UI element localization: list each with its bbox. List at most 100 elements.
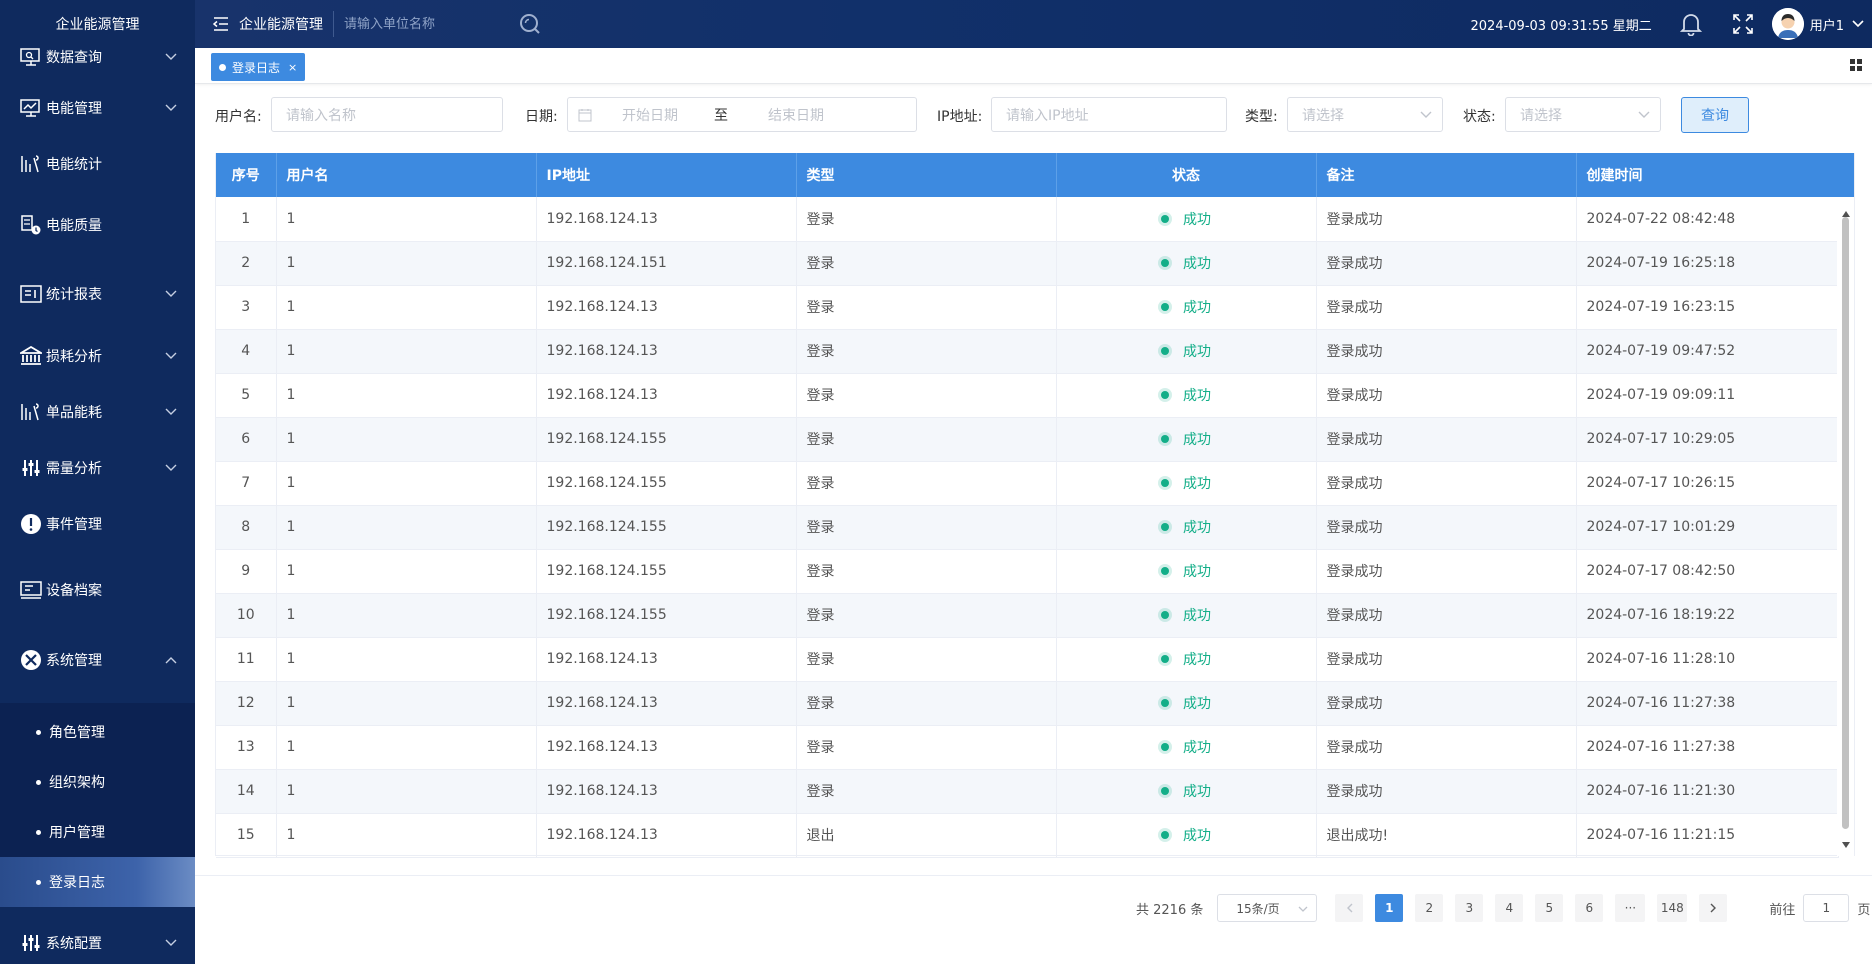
header-username[interactable]: 用户1: [1810, 15, 1844, 34]
sidebar-item-system-config[interactable]: 系统配置: [0, 919, 195, 964]
bullet-dot: [36, 729, 41, 735]
sidebar-item-loss-analysis[interactable]: 损耗分析: [0, 332, 195, 380]
page-button[interactable]: 2: [1415, 894, 1444, 922]
bell-icon[interactable]: [1678, 11, 1704, 37]
cell-username: 1: [276, 373, 537, 418]
username-filter-input[interactable]: 请输入名称: [271, 97, 503, 132]
table-row[interactable]: 3 1 192.168.124.13 登录 成功 登录成功 2024-07-19 16:23…: [216, 285, 1839, 330]
fullscreen-icon[interactable]: [1732, 13, 1754, 35]
cell-ip: 192.168.124.13: [536, 197, 797, 242]
next-page-button[interactable]: [1699, 894, 1728, 922]
tab-close-icon[interactable]: ×: [288, 61, 297, 74]
sidebar-item-label: 损耗分析: [46, 349, 102, 365]
sidebar-item-product-energy[interactable]: 单品能耗: [0, 388, 195, 436]
page-button[interactable]: 148: [1657, 894, 1688, 922]
cell-username: 1: [276, 461, 537, 506]
sidebar-item-data-query[interactable]: 数据查询: [0, 40, 195, 74]
cell-type: 登录: [796, 197, 1057, 242]
status-text: 成功: [1183, 784, 1211, 800]
sidebar-subitem-org-structure[interactable]: 组织架构: [0, 757, 195, 807]
cell-note: 登录成功: [1316, 329, 1577, 374]
sidebar-item-stat-report[interactable]: 统计报表: [0, 270, 195, 318]
status-badge: 成功: [1161, 781, 1211, 801]
cell-status: 成功: [1056, 549, 1317, 594]
sidebar-item-event-mgmt[interactable]: 事件管理: [0, 500, 195, 548]
prev-page-button[interactable]: [1335, 894, 1364, 922]
table-row[interactable]: 6 1 192.168.124.155 登录 成功 登录成功 2024-07-17 10:2…: [216, 417, 1839, 462]
table-row[interactable]: 4 1 192.168.124.13 登录 成功 登录成功 2024-07-19 09:47…: [216, 329, 1839, 374]
status-text: 成功: [1183, 740, 1211, 756]
search-icon[interactable]: [518, 12, 542, 36]
table-row[interactable]: 7 1 192.168.124.155 登录 成功 登录成功 2024-07-17 10:2…: [216, 461, 1839, 506]
cell-ip: 192.168.124.13: [536, 329, 797, 374]
page-size-select[interactable]: 15条/页: [1217, 894, 1318, 922]
table-row[interactable]: 8 1 192.168.124.155 登录 成功 登录成功 2024-07-17 10:0…: [216, 505, 1839, 550]
menu-fold-icon[interactable]: [211, 14, 231, 34]
scrollbar-thumb[interactable]: [1842, 217, 1849, 829]
username-filter-placeholder: 请输入名称: [286, 107, 356, 124]
goto-label: 前往: [1769, 902, 1796, 918]
status-dot: [1161, 567, 1169, 575]
grid-menu-icon[interactable]: [1850, 59, 1864, 73]
table-row[interactable]: 10 1 192.168.124.155 登录 成功 登录成功 2024-07-16 18:…: [216, 593, 1839, 638]
cell-index: 8: [216, 505, 277, 550]
table-row[interactable]: 11 1 192.168.124.13 登录 成功 登录成功 2024-07-16 11:2…: [216, 637, 1839, 682]
table-row[interactable]: 2 1 192.168.124.151 登录 成功 登录成功 2024-07-19 16:2…: [216, 241, 1839, 286]
table-scrollbar[interactable]: [1837, 197, 1854, 856]
tab-login-log[interactable]: 登录日志 ×: [211, 53, 306, 81]
status-dot: [1161, 435, 1169, 443]
sidebar-item-demand-analysis[interactable]: 需量分析: [0, 444, 195, 492]
table-row[interactable]: 13 1 192.168.124.13 登录 成功 登录成功 2024-07-16 11:2…: [216, 725, 1839, 770]
chevron-down-icon[interactable]: [1852, 18, 1864, 30]
page-button[interactable]: 4: [1495, 894, 1524, 922]
sidebar-item-device-archive[interactable]: 设备档案: [0, 566, 195, 614]
start-date-placeholder[interactable]: 开始日期: [622, 105, 678, 125]
table-row[interactable]: 9 1 192.168.124.155 登录 成功 登录成功 2024-07-17 08:4…: [216, 549, 1839, 594]
status-text: 成功: [1183, 828, 1211, 844]
cell-index: 10: [216, 593, 277, 638]
sidebar-item-energy-mgmt[interactable]: 电能管理: [0, 84, 195, 132]
table-row[interactable]: 12 1 192.168.124.13 登录 成功 登录成功 2024-07-16 11:2…: [216, 681, 1839, 726]
cell-created: 2024-07-19 16:25:18: [1576, 241, 1839, 286]
date-range-picker[interactable]: 开始日期 至 结束日期: [567, 97, 917, 132]
sidebar-item-power-quality[interactable]: 电能质量: [0, 201, 195, 249]
sidebar-subitem-login-log[interactable]: 登录日志: [0, 857, 195, 907]
cell-username: 1: [276, 549, 537, 594]
footer-divider: [195, 875, 1872, 876]
type-filter-label: 类型:: [1245, 109, 1278, 125]
cell-ip: 192.168.124.13: [536, 637, 797, 682]
cell-index: 12: [216, 681, 277, 726]
end-date-placeholder[interactable]: 结束日期: [768, 105, 824, 125]
unit-search-input[interactable]: [344, 10, 514, 38]
query-button[interactable]: 查询: [1681, 97, 1749, 133]
status-badge: 成功: [1161, 297, 1211, 317]
goto-page-input[interactable]: [1803, 894, 1850, 922]
table-row[interactable]: 1 1 192.168.124.13 登录 成功 登录成功 2024-07-22 08:42…: [216, 197, 1839, 242]
page-button[interactable]: 1: [1375, 894, 1404, 922]
bank-icon: [20, 345, 42, 367]
sidebar-subitem-user-mgmt[interactable]: 用户管理: [0, 807, 195, 857]
cell-type: 登录: [796, 505, 1057, 550]
table-row[interactable]: 5 1 192.168.124.13 登录 成功 登录成功 2024-07-19 09:09…: [216, 373, 1839, 418]
sidebar-item-system-mgmt[interactable]: 系统管理: [0, 636, 195, 684]
table-row[interactable]: 15 1 192.168.124.13 退出 成功 退出成功! 2024-07-16 11:…: [216, 813, 1839, 858]
sidebar-subitem-role-mgmt[interactable]: 角色管理: [0, 707, 195, 757]
table-row[interactable]: 14 1 192.168.124.13 登录 成功 登录成功 2024-07-16 11:2…: [216, 769, 1839, 814]
sidebar-subitem-label: 用户管理: [49, 825, 105, 841]
cell-index: 9: [216, 549, 277, 594]
page-button[interactable]: 5: [1535, 894, 1564, 922]
type-filter-select[interactable]: 请选择: [1287, 97, 1443, 132]
cell-type: 登录: [796, 549, 1057, 594]
sidebar-item-energy-stats[interactable]: 电能统计: [0, 140, 195, 188]
sidebar-subitem-label: 登录日志: [49, 875, 105, 891]
scroll-down-icon[interactable]: [1842, 836, 1850, 852]
status-dot: [1161, 699, 1169, 707]
ip-filter-input[interactable]: 请输入IP地址: [991, 97, 1227, 132]
page-ellipsis-button[interactable]: ···: [1615, 894, 1646, 922]
page-button[interactable]: 6: [1575, 894, 1604, 922]
cell-status: 成功: [1056, 417, 1317, 462]
status-filter-select[interactable]: 请选择: [1505, 97, 1661, 132]
page-button[interactable]: 3: [1455, 894, 1484, 922]
user-avatar[interactable]: [1771, 8, 1804, 40]
tools-icon: [20, 649, 42, 671]
